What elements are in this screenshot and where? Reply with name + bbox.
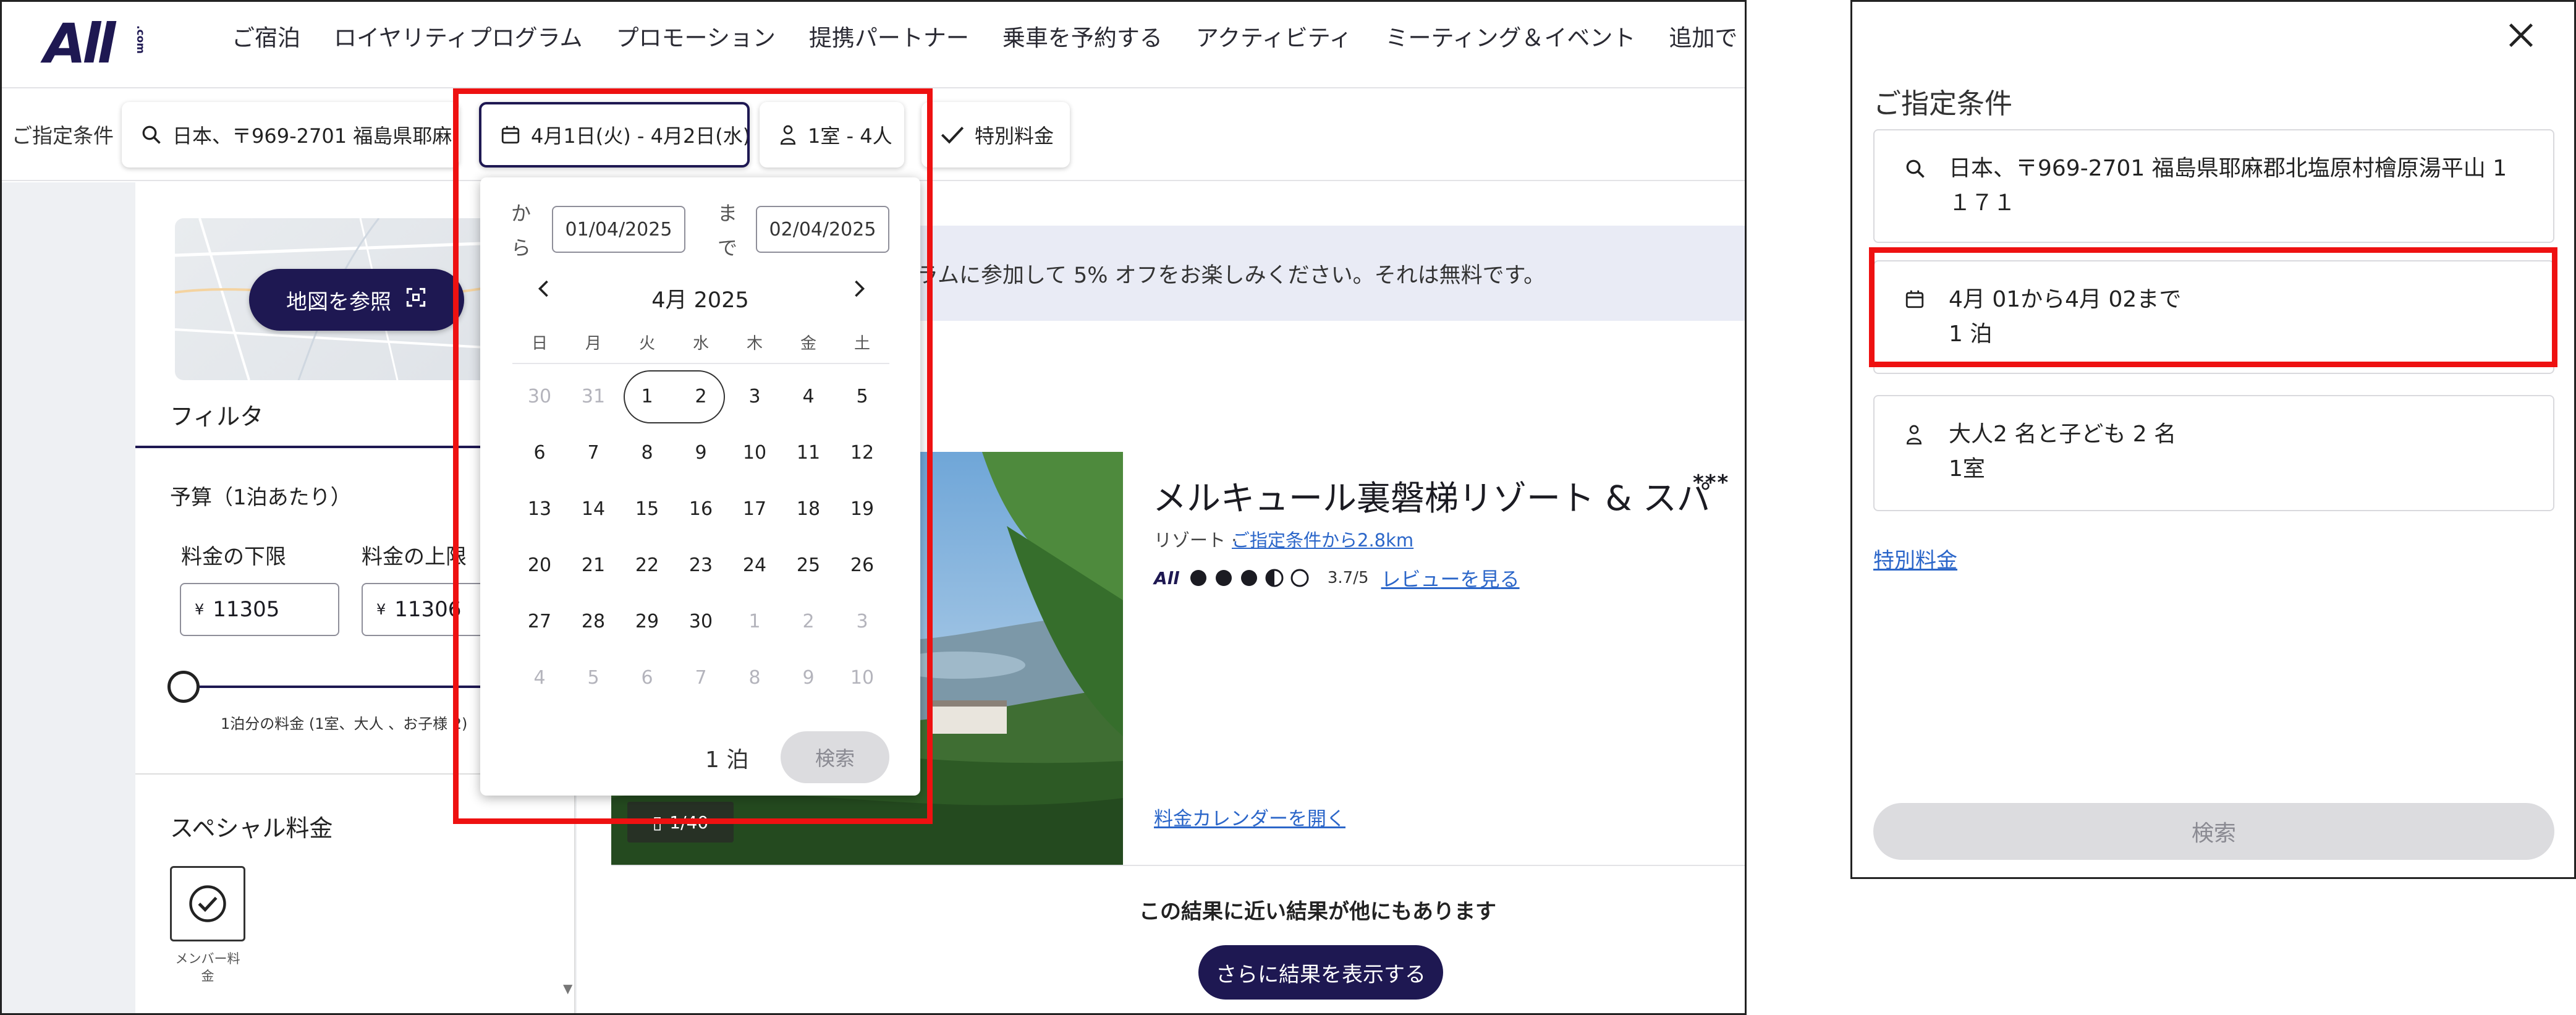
panel-search-label: 検索 [2191, 821, 2236, 846]
special-rate-chip[interactable]: 特別料金 [922, 102, 1070, 168]
check-circle-icon [189, 885, 226, 922]
min-price-currency: ¥ [195, 601, 205, 618]
near-results-text: この結果に近い結果が他にもあります [1139, 899, 1496, 924]
hotel-stars: *** [1693, 470, 1730, 495]
all-logo[interactable]: All .com [44, 13, 149, 75]
nav-item-loyalty[interactable]: ロイヤリティプログラム [334, 19, 583, 53]
min-price-value: 11305 [213, 597, 280, 622]
panel-search-button[interactable]: 検索 [1873, 803, 2554, 860]
panel-location-card[interactable]: 日本、〒969-2701 福島県耶麻郡北塩原村檜原湯平山 1 １７１ [1873, 129, 2554, 243]
scroll-down-icon[interactable]: ▼ [563, 981, 572, 996]
person-icon [1904, 423, 1924, 448]
show-more-label: さらに結果を表示する [1216, 962, 1426, 987]
location-chip[interactable]: 日本、〒969-2701 福島県耶麻... [122, 102, 459, 168]
nav-item-promotions[interactable]: プロモーション [616, 19, 776, 53]
panel-title: ご指定条件 [1873, 87, 2013, 120]
min-price-label: 料金の下限 [181, 545, 286, 569]
panel-location-line2: １７１ [1949, 190, 2016, 216]
hotel-distance-link[interactable]: ご指定条件から2.8km [1232, 526, 1413, 552]
nav-item-activities[interactable]: アクティビティ [1196, 19, 1352, 53]
price-slider-handle[interactable] [167, 671, 200, 703]
rating-score: 3.7/5 [1327, 569, 1369, 587]
special-rates-title: スペシャル料金 [170, 815, 333, 842]
filter-title: フィルタ [170, 403, 264, 430]
panel-rooms: 1室 [1949, 456, 1985, 482]
price-calendar-link[interactable]: 料金カレンダーを開く [1154, 803, 1345, 831]
show-more-results-button[interactable]: さらに結果を表示する [1198, 945, 1443, 1000]
nav-item-more[interactable]: 追加で [1669, 19, 1737, 53]
panel-special-rate-link[interactable]: 特別料金 [1873, 543, 1957, 574]
rating-dots-icon [1190, 569, 1309, 587]
map-focus-icon [405, 286, 427, 314]
search-criteria-panel: ご指定条件 日本、〒969-2701 福島県耶麻郡北塩原村檜原湯平山 1 １７１… [1850, 0, 2576, 879]
nav-item-stay[interactable]: ご宿泊 [232, 19, 300, 53]
criteria-label: ご指定条件 [12, 124, 114, 148]
max-price-label: 料金の上限 [362, 545, 467, 569]
panel-guests-line1: 大人2 名と子ども 2 名 [1949, 422, 2177, 447]
nav-item-meetings[interactable]: ミーティング＆イベント [1386, 19, 1636, 53]
nav-item-rides[interactable]: 乗車を予約する [1002, 19, 1163, 53]
special-rate-chip-text: 特別料金 [975, 124, 1054, 148]
view-map-label: 地図を参照 [286, 289, 391, 315]
checkmark-icon [940, 124, 965, 145]
min-price-input[interactable]: ¥ 11305 [180, 583, 339, 636]
member-rate-toggle[interactable] [170, 866, 245, 941]
highlight-box-calendar [453, 88, 933, 824]
rating-row: All 3.7/5 レビューを見る [1154, 564, 1520, 592]
promo-text: ラムに参加して 5% オフをお楽しみください。それは無料です。 [917, 263, 1546, 288]
hotel-type: リゾート · [1154, 530, 1237, 551]
max-price-value: 11306 [394, 597, 462, 622]
view-map-button[interactable]: 地図を参照 [249, 269, 464, 331]
logo-mark: All [44, 12, 116, 75]
nav-links: ご宿泊 ロイヤリティプログラム プロモーション 提携パートナー 乗車を予約する … [232, 2, 1745, 70]
reviews-link[interactable]: レビューを見る [1381, 564, 1520, 592]
search-icon [1904, 158, 1926, 182]
close-icon[interactable] [2505, 19, 2537, 54]
rating-brand: All [1154, 567, 1179, 588]
panel-location-line1: 日本、〒969-2701 福島県耶麻郡北塩原村檜原湯平山 1 [1949, 156, 2507, 181]
panel-guests-card[interactable]: 大人2 名と子ども 2 名 1室 [1873, 395, 2554, 511]
location-chip-text: 日本、〒969-2701 福島県耶麻... [172, 124, 459, 148]
nav-item-partners[interactable]: 提携パートナー [809, 19, 969, 53]
budget-title: 予算（1泊あたり） [170, 485, 352, 510]
hotel-name[interactable]: メルキュール裏磐梯リゾート & スパ [1153, 470, 1711, 520]
search-icon [140, 124, 163, 146]
highlight-box-dates [1869, 247, 2557, 367]
top-navigation: All .com ご宿泊 ロイヤリティプログラム プロモーション 提携パートナー… [2, 2, 1745, 88]
results-divider [611, 865, 1745, 866]
member-rate-label: メンバー料金 [175, 951, 240, 983]
max-price-currency: ¥ [376, 601, 386, 618]
hotel-search-page: All .com ご宿泊 ロイヤリティプログラム プロモーション 提携パートナー… [0, 0, 1747, 1015]
price-slider-note: 1泊分の料金 (1室、大人 、お子様 2) [221, 715, 468, 733]
more-vertical-icon[interactable]: ⋮ [1742, 22, 1745, 50]
logo-suffix: .com [134, 25, 146, 54]
